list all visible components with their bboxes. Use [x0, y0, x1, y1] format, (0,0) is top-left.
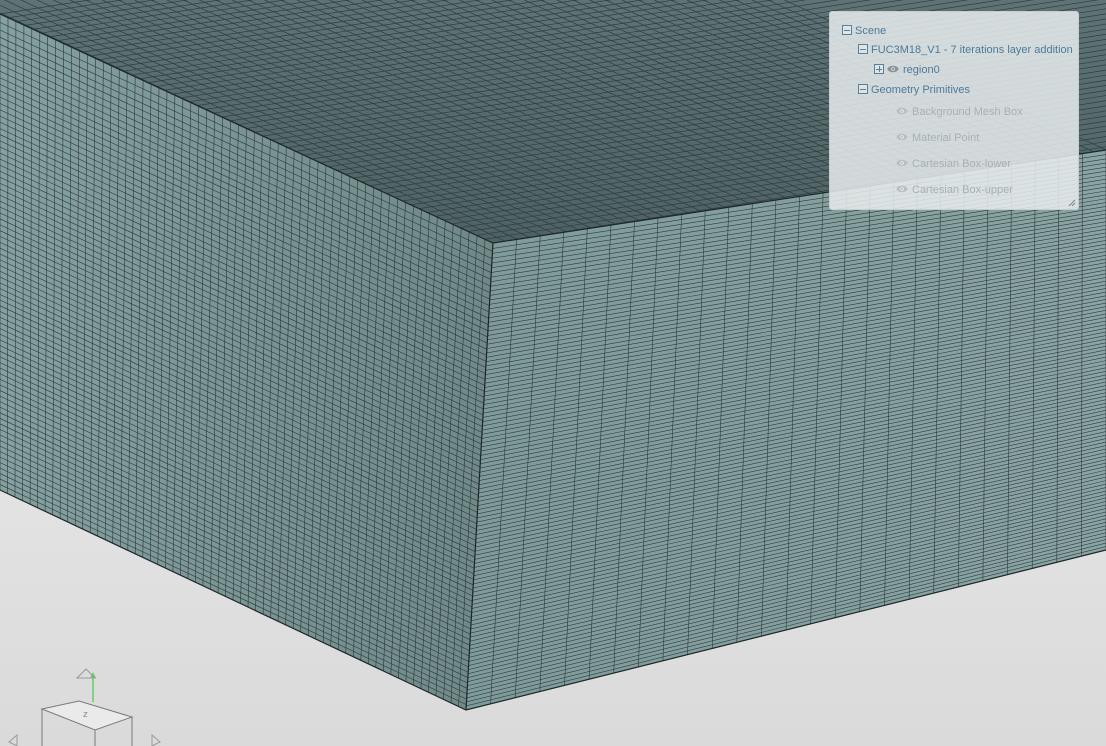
tree-label-region0[interactable]: region0: [903, 64, 940, 76]
tree-item-cartesian-box-upper[interactable]: Cartesian Box-upper: [896, 182, 1013, 198]
tree-label-scene[interactable]: Scene: [855, 25, 886, 37]
tree-label-case[interactable]: FUC3M18_V1 - 7 iterations layer addition: [871, 44, 1073, 56]
tree-item-background-mesh-box[interactable]: Background Mesh Box: [896, 104, 1023, 120]
collapse-icon[interactable]: [858, 84, 868, 95]
tree-item-region0[interactable]: region0: [874, 62, 940, 78]
view-cube-axis-label: z: [83, 710, 88, 720]
collapse-icon[interactable]: [858, 44, 868, 55]
tree-item-material-point[interactable]: Material Point: [896, 130, 979, 146]
rotate-right-arrow-icon[interactable]: [151, 733, 161, 746]
collapse-icon[interactable]: [842, 25, 852, 36]
eye-icon[interactable]: [896, 159, 908, 167]
tree-item-scene[interactable]: Scene: [842, 23, 886, 39]
tree-label-primitive[interactable]: Background Mesh Box: [912, 106, 1023, 118]
tree-label-primitive[interactable]: Material Point: [912, 132, 979, 144]
scene-tree-panel: Scene FUC3M18_V1 - 7 iterations layer ad…: [829, 11, 1079, 210]
eye-icon[interactable]: [896, 107, 908, 115]
eye-icon[interactable]: [896, 185, 908, 193]
view-cube[interactable]: z: [0, 660, 170, 746]
eye-icon[interactable]: [887, 65, 899, 73]
eye-icon[interactable]: [896, 133, 908, 141]
tree-item-case[interactable]: FUC3M18_V1 - 7 iterations layer addition: [858, 42, 1073, 58]
rotate-left-arrow-icon[interactable]: [8, 733, 18, 746]
tree-label-geometry-primitives[interactable]: Geometry Primitives: [871, 84, 970, 96]
tree-label-primitive[interactable]: Cartesian Box-upper: [912, 184, 1013, 196]
resize-grip-icon[interactable]: [1068, 199, 1076, 207]
expand-icon[interactable]: [874, 64, 884, 75]
tree-label-primitive[interactable]: Cartesian Box-lower: [912, 158, 1011, 170]
tree-item-cartesian-box-lower[interactable]: Cartesian Box-lower: [896, 156, 1011, 172]
tree-item-geometry-primitives[interactable]: Geometry Primitives: [858, 82, 970, 98]
